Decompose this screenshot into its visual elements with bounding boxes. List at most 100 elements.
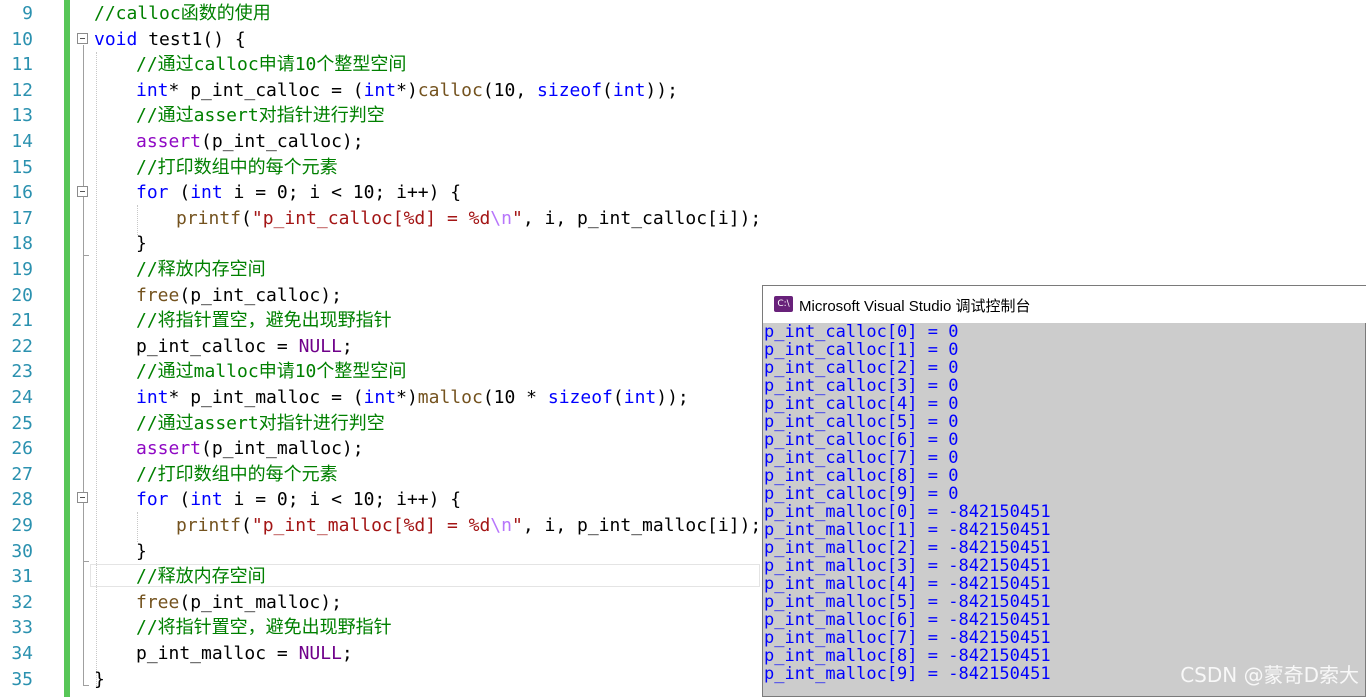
line-number: 28	[11, 489, 33, 511]
console-output-line: p_int_calloc[8] = 0	[764, 466, 959, 486]
code-token: int	[136, 79, 169, 101]
console-output[interactable]: p_int_calloc[0] = 0 p_int_calloc[1] = 0 p_…	[764, 323, 1051, 683]
code-token: (10,	[482, 79, 538, 101]
console-title-bar[interactable]: C:\ Microsoft Visual Studio 调试控制台	[763, 286, 1366, 323]
code-token: (	[168, 182, 191, 204]
code-token: //释放内存空间	[136, 259, 266, 280]
code-token: *)	[396, 387, 418, 408]
console-output-line: p_int_malloc[9] = -842150451	[764, 664, 1051, 684]
code-token: i = 0; i < 10; i++) {	[222, 489, 462, 511]
code-line[interactable]: //通过malloc申请10个整型空间	[136, 359, 406, 384]
fold-toggle-icon[interactable]	[77, 492, 88, 503]
code-line[interactable]: //将指针置空，避免出现野指针	[136, 308, 392, 333]
line-number: 31	[11, 566, 33, 588]
code-token: for	[136, 489, 169, 511]
code-line[interactable]: //释放内存空间	[136, 257, 266, 282]
debug-console-window[interactable]: C:\ Microsoft Visual Studio 调试控制台 p_int_…	[762, 285, 1366, 697]
line-number: 32	[11, 591, 33, 613]
code-token: malloc	[417, 387, 483, 408]
code-line[interactable]: int* p_int_malloc = (int*)malloc(10 * si…	[136, 385, 689, 410]
line-number: 30	[11, 540, 33, 562]
line-number: 16	[11, 182, 33, 204]
code-token: "	[511, 207, 523, 229]
code-line[interactable]: int* p_int_calloc = (int*)calloc(10, siz…	[136, 78, 678, 103]
code-line[interactable]: //通过calloc申请10个整型空间	[136, 52, 406, 77]
code-line[interactable]: //释放内存空间	[136, 564, 266, 589]
line-number: 26	[11, 438, 33, 460]
code-token: , i, p_int_malloc[i]);	[522, 515, 762, 536]
code-line[interactable]: //calloc函数的使用	[94, 1, 271, 26]
console-output-line: p_int_malloc[1] = -842150451	[764, 520, 1051, 540]
console-output-line: p_int_malloc[5] = -842150451	[764, 592, 1051, 612]
console-output-line: p_int_malloc[6] = -842150451	[764, 610, 1051, 630]
code-line[interactable]: assert(p_int_calloc);	[136, 129, 364, 154]
console-output-line: p_int_calloc[4] = 0	[764, 394, 959, 414]
line-number: 14	[11, 131, 33, 152]
code-token: ));	[645, 79, 678, 101]
code-token: //将指针置空，避免出现野指针	[136, 310, 392, 332]
code-line[interactable]: }	[136, 539, 147, 564]
code-token: , i, p_int_calloc[i]);	[522, 207, 762, 229]
code-token: //释放内存空间	[136, 566, 266, 588]
line-number: 22	[11, 335, 33, 357]
code-line[interactable]: void test1() {	[94, 27, 246, 52]
code-line[interactable]: p_int_calloc = NULL;	[136, 334, 353, 359]
code-token: //通过assert对指针进行判空	[136, 105, 385, 127]
code-token: //通过malloc申请10个整型空间	[136, 361, 407, 383]
code-line[interactable]: //打印数组中的每个元素	[136, 155, 338, 180]
code-line[interactable]: printf("p_int_calloc[%d] = %d\n", i, p_i…	[176, 206, 761, 231]
code-token: //通过assert对指针进行判空	[136, 412, 385, 434]
code-token: (	[241, 515, 252, 536]
fold-end	[83, 685, 89, 686]
line-number: 25	[11, 412, 33, 434]
code-line[interactable]: assert(p_int_malloc);	[136, 436, 364, 461]
line-number: 19	[11, 259, 33, 280]
code-line[interactable]: free(p_int_malloc);	[136, 590, 342, 615]
code-token: //通过calloc申请10个整型空间	[136, 54, 407, 76]
code-line[interactable]: //打印数组中的每个元素	[136, 462, 338, 487]
console-output-line: p_int_calloc[5] = 0	[764, 412, 959, 432]
code-token: int	[363, 79, 397, 101]
code-token: (p_int_malloc);	[179, 591, 342, 613]
line-number: 9	[22, 3, 33, 24]
code-line[interactable]: //将指针置空，避免出现野指针	[136, 615, 392, 640]
code-line[interactable]: for (int i = 0; i < 10; i++) {	[136, 180, 461, 205]
code-token: (10 *	[482, 387, 548, 408]
fold-toggle-icon[interactable]	[77, 33, 88, 44]
code-token: \n	[490, 207, 512, 229]
code-token: *)	[396, 79, 418, 101]
code-token: (	[612, 387, 624, 408]
code-line[interactable]: }	[136, 231, 147, 256]
code-token: test1() {	[137, 28, 246, 50]
code-line[interactable]: //通过assert对指针进行判空	[136, 411, 385, 436]
line-number: 35	[11, 668, 33, 690]
watermark: CSDN @蒙奇D索大	[1180, 663, 1359, 687]
code-line[interactable]: free(p_int_calloc);	[136, 283, 342, 308]
console-output-line: p_int_calloc[3] = 0	[764, 376, 959, 396]
code-token: sizeof	[537, 79, 603, 101]
code-line[interactable]: }	[94, 667, 105, 692]
line-number: 20	[11, 284, 33, 306]
line-number: 29	[11, 515, 33, 536]
code-token: (p_int_malloc);	[201, 438, 364, 460]
code-token: ));	[656, 387, 689, 408]
code-line[interactable]: //通过assert对指针进行判空	[136, 103, 385, 128]
code-token: }	[136, 540, 147, 562]
line-number: 12	[11, 79, 33, 101]
fold-toggle-icon[interactable]	[77, 186, 88, 197]
line-number: 10	[11, 28, 33, 50]
console-output-line: p_int_calloc[1] = 0	[764, 340, 959, 360]
code-token: * p_int_calloc = (	[168, 79, 364, 101]
console-output-line: p_int_calloc[2] = 0	[764, 358, 959, 378]
line-number: 17	[11, 207, 33, 229]
code-token: p_int_calloc =	[136, 335, 299, 357]
console-output-line: p_int_calloc[0] = 0	[764, 322, 959, 342]
code-line[interactable]: for (int i = 0; i < 10; i++) {	[136, 487, 461, 512]
code-line[interactable]: printf("p_int_malloc[%d] = %d\n", i, p_i…	[176, 513, 761, 538]
code-token: \n	[490, 515, 512, 536]
line-number: 33	[11, 617, 33, 639]
code-token: * p_int_malloc = (	[168, 387, 364, 408]
code-token: calloc	[417, 79, 483, 101]
code-line[interactable]: p_int_malloc = NULL;	[136, 641, 353, 666]
code-token: int	[190, 489, 223, 511]
